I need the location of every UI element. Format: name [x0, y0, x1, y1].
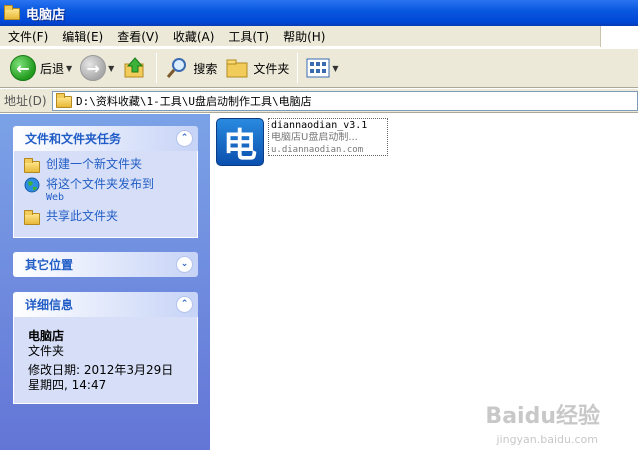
- file-url: u.diannaodian.com: [271, 145, 364, 155]
- back-button[interactable]: ← 后退 ▼: [6, 51, 76, 85]
- app-icon: 电: [216, 118, 264, 166]
- chevron-down-icon[interactable]: ▼: [66, 64, 72, 73]
- toolbar-divider: [156, 53, 158, 83]
- back-label: 后退: [40, 61, 65, 76]
- task-pane: 文件和文件夹任务 ⌃ 创建一个新文件夹 将这个文件夹发布到 Web 共享此文件夹: [0, 114, 210, 450]
- other-places-panel: 其它位置 ⌄: [13, 252, 198, 277]
- detail-name: 电脑店: [28, 329, 65, 343]
- task-new-folder[interactable]: 创建一个新文件夹: [24, 157, 189, 173]
- folders-icon: [226, 59, 248, 78]
- task-sublabel: Web: [46, 192, 65, 203]
- toolbar-divider: [297, 53, 299, 83]
- tasks-panel-title: 文件和文件夹任务: [25, 132, 122, 146]
- address-bar: 地址(D) D:\资料收藏\1-工具\U盘启动制作工具\电脑店: [0, 89, 638, 113]
- toolbar: ← 后退 ▼ → ▼ 搜索 文件夹 ▼: [0, 48, 638, 88]
- menu-view[interactable]: 查看(V): [111, 26, 167, 47]
- search-icon: [167, 58, 187, 78]
- task-label: 将这个文件夹发布到: [46, 177, 155, 191]
- other-places-header[interactable]: 其它位置 ⌄: [13, 252, 198, 277]
- chevron-down-icon[interactable]: ▼: [332, 64, 338, 73]
- title-bar: 电脑店: [0, 0, 638, 26]
- file-text: diannaodian_v3.1 电脑店U盘启动制... u.diannaodi…: [268, 118, 388, 156]
- windows-logo: [600, 25, 638, 47]
- views-icon: [306, 58, 330, 78]
- folder-icon: [4, 5, 20, 20]
- details-panel-header[interactable]: 详细信息 ⌃: [13, 292, 198, 317]
- share-folder-icon: [24, 209, 40, 225]
- collapse-icon[interactable]: ⌃: [176, 130, 193, 147]
- task-label: 共享此文件夹: [46, 209, 119, 223]
- menu-bar: 文件(F) 编辑(E) 查看(V) 收藏(A) 工具(T) 帮助(H): [0, 25, 638, 47]
- watermark-brand: Baidu经验: [485, 404, 600, 429]
- up-button[interactable]: [118, 51, 152, 85]
- expand-icon[interactable]: ⌄: [176, 256, 193, 273]
- views-button[interactable]: ▼: [302, 51, 342, 85]
- search-label: 搜索: [193, 61, 218, 76]
- window-title: 电脑店: [26, 7, 66, 23]
- task-label: 创建一个新文件夹: [46, 157, 143, 171]
- details-panel-body: 电脑店 文件夹 修改日期: 2012年3月29日 星期四, 14:47: [13, 317, 198, 404]
- back-arrow-icon: ←: [10, 55, 36, 81]
- menu-help[interactable]: 帮助(H): [277, 26, 333, 47]
- menu-edit[interactable]: 编辑(E): [56, 26, 111, 47]
- search-button[interactable]: 搜索: [161, 51, 221, 85]
- detail-weekday: 星期四, 14:47: [28, 378, 107, 392]
- tasks-panel: 文件和文件夹任务 ⌃ 创建一个新文件夹 将这个文件夹发布到 Web 共享此文件夹: [13, 126, 198, 238]
- details-panel: 详细信息 ⌃ 电脑店 文件夹 修改日期: 2012年3月29日 星期四, 14:…: [13, 292, 198, 404]
- menu-file[interactable]: 文件(F): [2, 26, 56, 47]
- file-item[interactable]: 电 diannaodian_v3.1 电脑店U盘启动制... u.diannao…: [216, 118, 388, 166]
- folder-icon: [56, 92, 72, 108]
- details-panel-title: 详细信息: [25, 298, 74, 312]
- forward-button[interactable]: → ▼: [76, 51, 118, 85]
- task-publish-web[interactable]: 将这个文件夹发布到 Web: [24, 177, 189, 205]
- address-label: 地址(D): [4, 94, 47, 108]
- forward-arrow-icon: →: [80, 55, 107, 81]
- file-description: 电脑店U盘启动制...: [271, 132, 358, 143]
- up-folder-icon: [124, 57, 144, 78]
- file-list-area[interactable]: 电 diannaodian_v3.1 电脑店U盘启动制... u.diannao…: [210, 114, 638, 450]
- folders-button[interactable]: 文件夹: [221, 51, 293, 85]
- address-input[interactable]: D:\资料收藏\1-工具\U盘启动制作工具\电脑店: [52, 90, 638, 111]
- globe-icon: [24, 177, 40, 193]
- menu-favorites[interactable]: 收藏(A): [167, 26, 223, 47]
- detail-modified: 修改日期: 2012年3月29日: [28, 363, 174, 377]
- folders-label: 文件夹: [253, 61, 290, 76]
- task-share-folder[interactable]: 共享此文件夹: [24, 209, 189, 225]
- watermark-url: jingyan.baidu.com: [496, 433, 598, 446]
- tasks-panel-header[interactable]: 文件和文件夹任务 ⌃: [13, 126, 198, 151]
- file-name: diannaodian_v3.1: [271, 120, 368, 131]
- address-path: D:\资料收藏\1-工具\U盘启动制作工具\电脑店: [76, 94, 312, 108]
- collapse-icon[interactable]: ⌃: [176, 296, 193, 313]
- new-folder-icon: [24, 157, 40, 173]
- other-places-title: 其它位置: [25, 258, 74, 272]
- detail-type: 文件夹: [28, 344, 65, 358]
- menu-tools[interactable]: 工具(T): [222, 26, 277, 47]
- tasks-panel-body: 创建一个新文件夹 将这个文件夹发布到 Web 共享此文件夹: [13, 151, 198, 238]
- chevron-down-icon[interactable]: ▼: [108, 64, 114, 73]
